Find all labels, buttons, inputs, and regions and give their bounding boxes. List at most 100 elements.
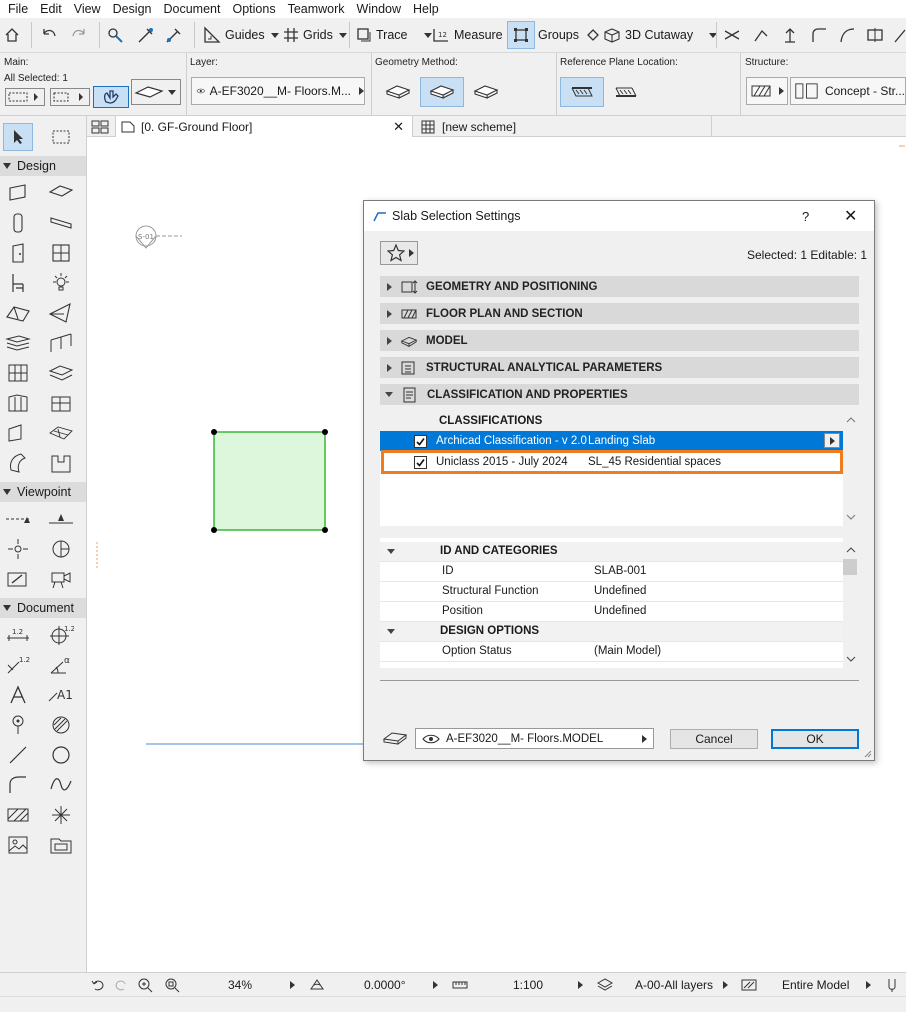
dialog-layer-selector[interactable]: A-EF3020__M- Floors.MODEL [415,728,654,749]
geometry-rotated-button[interactable] [464,77,508,107]
menu-help[interactable]: Help [407,0,445,18]
railing-tool[interactable] [46,329,76,357]
menu-edit[interactable]: Edit [34,0,68,18]
shell-tool[interactable] [46,299,76,327]
layer-selector[interactable]: A-EF3020__M- Floors.M... [191,77,365,105]
menu-teamwork[interactable]: Teamwork [282,0,351,18]
selection-mode-button[interactable] [5,88,45,106]
menu-file[interactable]: File [2,0,34,18]
equipment-tool[interactable] [46,449,76,477]
curve-icon[interactable] [838,21,860,49]
guides-button[interactable]: Guides [203,21,279,49]
label-tool[interactable]: A1 [46,681,76,709]
orientation-icon[interactable] [309,973,325,997]
arrow-tool[interactable] [3,123,33,151]
radial-dimension-tool[interactable]: 1.2 [3,651,33,679]
zone-tool[interactable] [3,389,33,417]
worksheet-tool[interactable] [3,565,33,593]
angle-dimension-tool[interactable]: α [46,651,76,679]
wall-tool[interactable] [3,178,33,206]
spline-tool[interactable] [46,771,76,799]
classifications-scrollbar[interactable] [843,411,859,526]
tab-overview-button[interactable] [87,116,113,137]
camera-tool[interactable] [46,565,76,593]
structure-selector[interactable]: Concept - Str... [790,77,906,105]
roof-tool[interactable] [3,299,33,327]
marquee-mode-button[interactable] [50,88,90,106]
slab-favorites-button[interactable] [131,79,181,105]
polyline-tool[interactable] [3,771,33,799]
dimension-tool[interactable]: 1.2 [3,621,33,649]
menu-design[interactable]: Design [107,0,158,18]
viewpoint-section[interactable]: Viewpoint [0,482,86,502]
angle-menu-button[interactable] [433,973,438,997]
close-icon[interactable]: ✕ [844,206,857,226]
cancel-button[interactable]: Cancel [670,729,758,749]
adjust-icon[interactable] [752,21,774,49]
text-tool[interactable] [3,681,33,709]
suspend-groups-button[interactable] [507,21,535,49]
panel-structural-analytical[interactable]: STRUCTURAL ANALYTICAL PARAMETERS [380,357,859,378]
redo-zoom-icon[interactable] [113,973,129,997]
panel-geometry-positioning[interactable]: GEOMETRY AND POSITIONING [380,276,859,297]
marquee-tool[interactable] [46,123,76,151]
layers-icon[interactable] [596,973,614,997]
skylight-tool[interactable] [3,419,33,447]
drawing-tool[interactable] [46,831,76,859]
classification-row-uniclass[interactable]: Uniclass 2015 - July 2024 SL_45 Resident… [381,450,843,474]
property-row[interactable]: Position Undefined [380,602,843,622]
classification-row-archicad[interactable]: Archicad Classification - v 2.0 Landing … [380,431,843,451]
scale-value[interactable]: 1:100 [513,973,543,997]
classification-archicad-checkbox[interactable] [414,434,427,448]
scale-ruler-icon[interactable] [452,973,468,997]
trim-icon[interactable] [723,21,745,49]
slab-tool[interactable] [46,178,76,206]
level-dimension-tool[interactable]: 1.2 [46,621,76,649]
property-row[interactable]: ID SLAB-001 [380,562,843,582]
document-section[interactable]: Document [0,598,86,618]
status-overflow-icon[interactable] [886,973,898,997]
scale-menu-button[interactable] [578,973,583,997]
inject-icon[interactable] [164,21,188,49]
mesh-tool[interactable] [46,389,76,417]
structure-type-button[interactable] [746,77,788,105]
geometry-polygonal-button[interactable] [376,77,420,107]
marker-tool[interactable] [3,711,33,739]
grids-button[interactable]: Grids [283,21,347,49]
redo-icon[interactable] [70,21,92,49]
help-button[interactable]: ? [802,209,809,224]
property-row[interactable]: Option Status (Main Model) [380,642,843,662]
tab-ground-floor[interactable]: [0. GF-Ground Floor] ✕ [115,116,413,138]
section-tool[interactable] [3,505,33,533]
camera-target-tool[interactable] [3,535,33,563]
column-tool[interactable] [3,209,33,237]
zoom-in-icon[interactable] [137,973,153,997]
window-tool[interactable] [46,239,76,267]
object-tool[interactable] [3,269,33,297]
curved-shell-tool[interactable] [3,449,33,477]
interior-elevation-tool[interactable] [46,535,76,563]
pick-up-icon[interactable] [136,21,160,49]
elevate-icon[interactable] [781,21,803,49]
opening-tool[interactable] [46,419,76,447]
design-options-group[interactable]: DESIGN OPTIONS [380,622,843,642]
undo-zoom-icon[interactable] [90,973,106,997]
layers-menu-button[interactable] [723,973,728,997]
undo-icon[interactable] [40,21,62,49]
fill-tool[interactable] [46,711,76,739]
fit-zoom-icon[interactable] [164,973,180,997]
geometry-rectangular-button[interactable] [420,77,464,107]
circle-tool[interactable] [46,741,76,769]
property-row[interactable]: Structural Function Undefined [380,582,843,602]
lamp-tool[interactable] [46,269,76,297]
layer-combination-value[interactable]: A-00-All layers [635,973,713,997]
design-section[interactable]: Design [0,156,86,176]
angle-value[interactable]: 0.0000° [364,973,406,997]
refplane-top-button[interactable] [560,77,604,107]
properties-scrollbar[interactable] [843,538,859,668]
stair-tool[interactable] [3,329,33,357]
classification-picker-button[interactable] [824,433,840,448]
zoom-menu-button[interactable] [290,973,295,997]
id-categories-group[interactable]: ID AND CATEGORIES [380,542,843,562]
panel-model[interactable]: MODEL [380,330,859,351]
